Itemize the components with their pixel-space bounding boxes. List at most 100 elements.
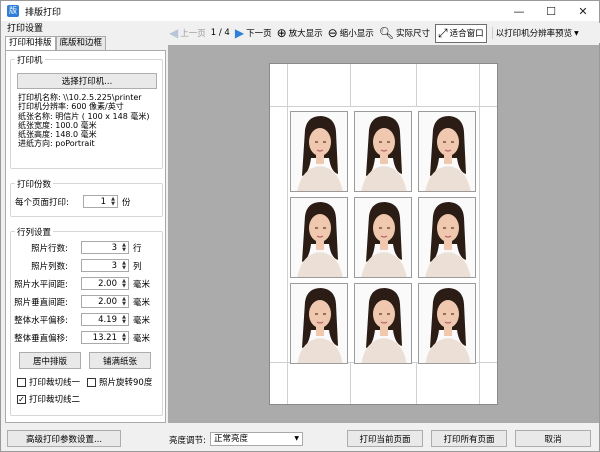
v-spacing-unit: 毫米 [133,298,151,308]
stepper-arrows-icon[interactable]: ▲ ▼ [120,314,128,325]
tab-print-layout[interactable]: 打印和排版 [5,36,56,50]
h-spacing-label: 照片水平间距: [14,280,68,290]
zoom-in-icon: ⊕ [276,26,287,40]
page-indicator: 1 / 4 [210,28,230,38]
preview-mode-dropdown[interactable]: 以打印机分辨率预览 ▼ [491,27,579,39]
prev-page-label: 上一页 [180,29,206,39]
zoom-out-icon: ⊖ [327,26,338,40]
zoom-in-button[interactable]: ⊕ 放大显示 [277,26,323,40]
app-icon: 版 [7,5,19,17]
cut-guide-line [270,106,497,107]
photo-cell [354,283,412,364]
preview-toolbar: ◀ 上一页 1 / 4 ▶ 下一页 ⊕ 放大显示 ⊖ 缩小显示 🔍︎ 实际尺寸 … [169,23,600,43]
cut-guide-line [350,64,351,106]
chevron-down-icon: ▼ [294,435,299,442]
close-button[interactable]: ✕ [567,1,599,21]
printer-resolution: 打印机分辨率: 600 像素/英寸 [18,102,124,112]
fit-window-button[interactable]: ⤢ 适合窗口 [435,23,487,43]
print-all-button[interactable]: 打印所有页面 [431,430,507,447]
rotate-90-checkbox[interactable]: 照片旋转90度 [87,376,152,388]
advanced-settings-button[interactable]: 高级打印参数设置... [7,430,121,447]
cut-guide-line [416,64,417,106]
h-offset-stepper[interactable]: 4.19 ▲ ▼ [81,313,129,326]
layout-group-label: 行列设置 [15,226,54,238]
v-spacing-value: 2.00 [98,297,117,307]
h-spacing-stepper[interactable]: 2.00 ▲ ▼ [81,277,129,290]
cancel-button[interactable]: 取消 [515,430,591,447]
tab-content: 打印机 选择打印机... 打印机名称: \\10.2.5.225\printer… [5,50,166,423]
window-controls: — ☐ ✕ [503,1,599,21]
center-layout-button[interactable]: 居中排版 [19,352,81,369]
actual-size-button[interactable]: 🔍︎ 实际尺寸 [379,26,430,40]
brightness-select[interactable]: 正常亮度 ▼ [210,432,303,446]
printer-info: 打印机名称: \\10.2.5.225\printer 打印机分辨率: 600 … [18,93,149,149]
checkbox-icon[interactable] [87,377,96,387]
print-current-button[interactable]: 打印当前页面 [347,430,423,447]
cols-value: 3 [111,261,117,271]
expand-icon: ⤢ [438,25,448,40]
v-spacing-stepper[interactable]: 2.00 ▲ ▼ [81,295,129,308]
photo-cell [290,283,348,364]
rows-label: 照片行数: [31,244,68,254]
v-offset-unit: 毫米 [133,334,151,344]
prev-page-button[interactable]: ◀ 上一页 [169,26,206,40]
copies-group: 打印份数 每个页面打印: 1 ▲ ▼ 份 [10,178,163,217]
paper-width: 纸张宽度: 100.0 毫米 [18,120,97,130]
stepper-arrows-icon[interactable]: ▲ ▼ [120,260,128,271]
v-offset-label: 整体垂直偏移: [14,334,68,344]
panel-title: 打印设置 [7,24,44,34]
checkbox-checked-icon[interactable]: ✓ [17,394,26,404]
magnifier-icon: 🔍︎ [378,26,394,40]
copies-stepper[interactable]: 1 ▲ ▼ [83,195,118,208]
paper-name: 纸张名称: 明信片 ( 100 x 148 毫米) [18,111,150,121]
copies-unit: 份 [122,198,131,208]
fit-window-label: 适合窗口 [449,29,484,39]
maximize-button[interactable]: ☐ [535,1,567,21]
checkbox-icon[interactable] [17,377,26,387]
cols-stepper[interactable]: 3 ▲ ▼ [81,259,129,272]
v-offset-stepper[interactable]: 13.21 ▲ ▼ [81,331,129,344]
cut-guide-line [416,362,417,404]
actual-size-label: 实际尺寸 [395,29,430,39]
rotate-90-label: 照片旋转90度 [99,378,153,388]
preview-mode-label: 以打印机分辨率预览 [495,29,573,39]
window-title: 排版打印 [25,7,62,18]
cutline-two-label: 打印裁切线二 [29,395,81,405]
paper-orientation: 进纸方向: poPortrait [18,139,95,149]
h-offset-unit: 毫米 [133,316,151,326]
chevron-down-icon: ▼ [574,29,579,37]
printer-name: 打印机名称: \\10.2.5.225\printer [18,93,142,102]
rows-unit: 行 [133,244,142,254]
rows-stepper[interactable]: 3 ▲ ▼ [81,241,129,254]
next-page-button[interactable]: ▶ 下一页 [235,26,272,40]
fill-paper-button[interactable]: 铺满纸张 [89,352,151,369]
v-offset-value: 13.21 [92,333,117,343]
photo-cell [290,111,348,192]
stepper-arrows-icon[interactable]: ▲ ▼ [120,296,128,307]
bottom-bar: 高级打印参数设置... 亮度调节: 正常亮度 ▼ 打印当前页面 打印所有页面 取… [1,425,599,451]
zoom-out-label: 缩小显示 [339,29,374,39]
cut-guide-line [287,64,288,404]
paper-page [269,63,498,405]
cutline-one-checkbox[interactable]: 打印裁切线一 [17,376,80,388]
minimize-button[interactable]: — [503,1,535,21]
photo-cell [354,111,412,192]
print-preview-area[interactable] [168,45,599,423]
select-printer-button[interactable]: 选择打印机... [17,73,157,89]
stepper-arrows-icon[interactable]: ▲ ▼ [109,196,117,207]
settings-panel: 打印设置 打印和排版 底版和边框 打印机 选择打印机... 打印机名称: \\1… [5,23,166,423]
cut-guide-line [479,64,480,404]
title-bar: 版 排版打印 — ☐ ✕ [1,1,599,21]
cutline-two-checkbox[interactable]: ✓ 打印裁切线二 [17,393,80,405]
stepper-arrows-icon[interactable]: ▲ ▼ [120,242,128,253]
stepper-arrows-icon[interactable]: ▲ ▼ [120,278,128,289]
zoom-out-button[interactable]: ⊖ 缩小显示 [328,26,374,40]
zoom-in-label: 放大显示 [288,29,323,39]
photo-cell [290,197,348,278]
photo-cell [354,197,412,278]
stepper-arrows-icon[interactable]: ▲ ▼ [120,332,128,343]
rows-value: 3 [111,243,117,253]
h-spacing-unit: 毫米 [133,280,151,290]
tab-base-border[interactable]: 底版和边框 [55,36,107,50]
photo-cell [418,197,476,278]
